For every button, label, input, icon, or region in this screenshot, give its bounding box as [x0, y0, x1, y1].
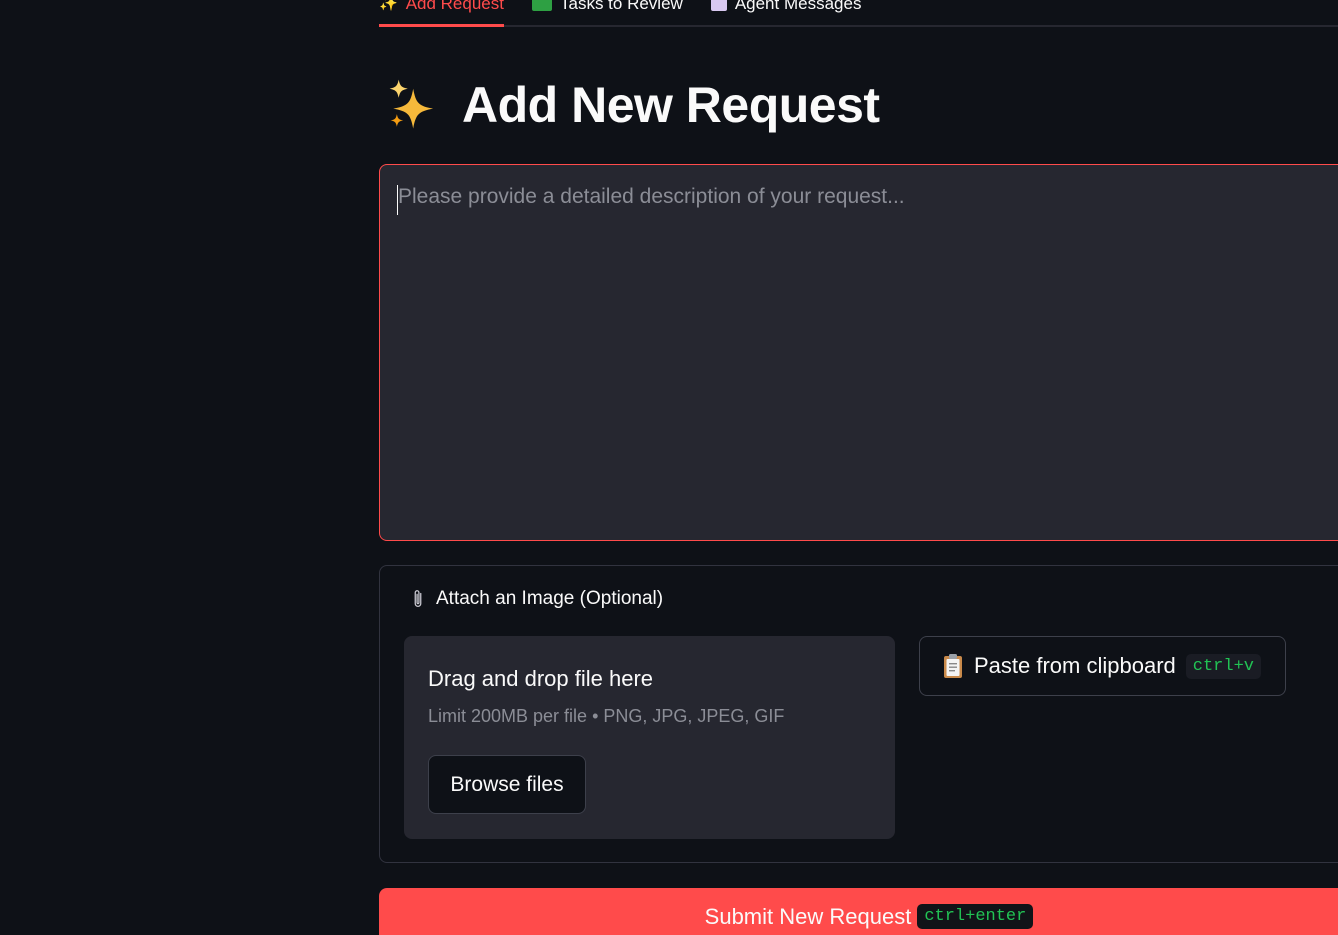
tab-tasks-to-review[interactable]: Tasks to Review: [531, 0, 683, 25]
submit-request-button[interactable]: Submit New Request ctrl+enter: [379, 888, 1338, 935]
file-dropzone[interactable]: Drag and drop file here Limit 200MB per …: [404, 636, 895, 839]
clipboard-icon: [944, 654, 962, 678]
tab-agent-messages[interactable]: Agent Messages: [710, 0, 862, 25]
submit-button-label: Submit New Request: [704, 904, 912, 929]
paste-button-label: Paste from clipboard: [974, 653, 1176, 678]
green-check-icon: [531, 0, 552, 11]
attach-image-label-text: Attach an Image (Optional): [436, 588, 664, 609]
tab-bar: ✨ Add Request Tasks to Review Agent Mess…: [379, 0, 1338, 27]
page-title-text: Add New Request: [462, 77, 880, 133]
app-page: ✨ Add Request Tasks to Review Agent Mess…: [0, 0, 1338, 935]
request-description-field-wrapper: [379, 164, 1338, 541]
tab-add-request[interactable]: ✨ Add Request: [379, 0, 504, 27]
browse-files-button[interactable]: Browse files: [428, 755, 586, 814]
paperclip-icon: [414, 590, 422, 607]
attach-image-label: Attach an Image (Optional): [410, 588, 663, 610]
sparkles-icon: ✨: [379, 0, 398, 12]
paste-shortcut-badge: ctrl+v: [1185, 653, 1261, 679]
tab-label: Add Request: [405, 0, 504, 13]
sparkles-icon: [389, 79, 434, 129]
request-description-input[interactable]: [380, 165, 1338, 540]
tab-label: Tasks to Review: [559, 0, 683, 13]
dropzone-limit-text: Limit 200MB per file • PNG, JPG, JPEG, G…: [428, 706, 785, 726]
tab-label: Agent Messages: [734, 0, 862, 13]
text-caret: [397, 185, 398, 215]
attach-image-panel: Attach an Image (Optional) Drag and drop…: [379, 565, 1338, 863]
memo-icon: [710, 0, 727, 11]
page-title: Add New Request: [386, 76, 880, 134]
submit-shortcut-badge: ctrl+enter: [917, 904, 1034, 929]
dropzone-title: Drag and drop file here: [428, 666, 654, 691]
paste-from-clipboard-button[interactable]: Paste from clipboard ctrl+v: [919, 636, 1286, 696]
